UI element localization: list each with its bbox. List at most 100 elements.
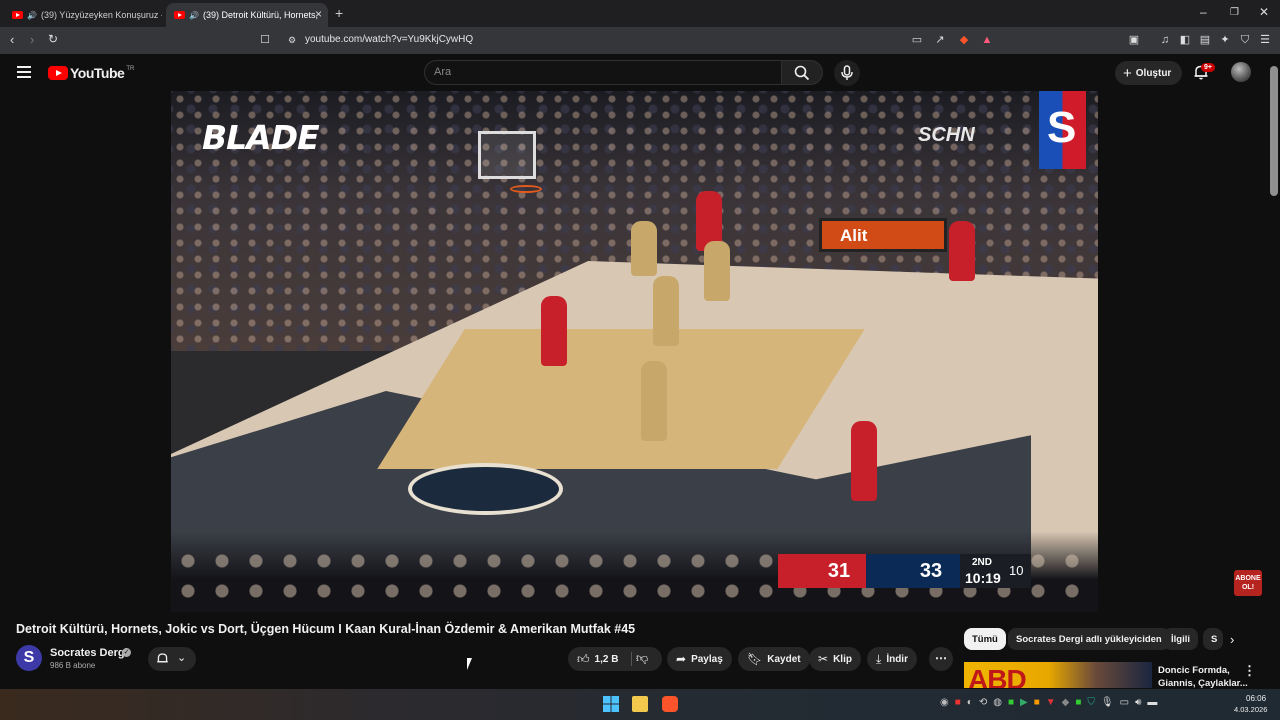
minimize-icon[interactable]: – xyxy=(1200,5,1207,19)
youtube-favicon-icon xyxy=(174,11,185,19)
tray-app-icon[interactable]: ■ xyxy=(1075,697,1081,708)
thumbs-up-icon: 👍︎ xyxy=(577,651,590,666)
tray-app-icon[interactable]: ■ xyxy=(1034,697,1040,708)
tab-label: (39) Yüzyüzeyken Konuşuruz - Az xyxy=(40,10,162,20)
guide-menu-icon[interactable] xyxy=(17,66,31,78)
tray-app-icon[interactable]: ◍ xyxy=(993,697,1002,708)
blade-watermark: BLADE xyxy=(202,118,320,157)
like-count: 1,2 B xyxy=(594,653,619,665)
chip-all[interactable]: Tümü xyxy=(964,628,1006,650)
taskbar-date[interactable]: 4.03.2026 xyxy=(1234,705,1267,714)
download-icon: ⤓ xyxy=(876,651,882,666)
tray-app-icon[interactable]: ⟲ xyxy=(979,697,987,708)
subscription-notifications-button[interactable]: ⌄ xyxy=(148,647,196,671)
reload-icon[interactable]: ↻ xyxy=(48,32,58,46)
share-label: Paylaş xyxy=(691,653,723,665)
channel-avatar[interactable]: S xyxy=(16,645,42,671)
brave-rewards-icon[interactable]: ▲ xyxy=(980,33,994,47)
youtube-logo[interactable]: YouTube TR xyxy=(48,65,134,81)
voice-search-button[interactable] xyxy=(834,60,860,86)
more-actions-icon[interactable]: ⋯ xyxy=(929,647,953,671)
player xyxy=(631,221,657,276)
bookmark-icon[interactable]: ☐ xyxy=(258,33,272,47)
speaker-icon: 🔊 xyxy=(189,10,199,20)
tray-app-icon[interactable]: ▼ xyxy=(1046,697,1056,708)
search-input[interactable] xyxy=(424,60,782,85)
home-score: 31 xyxy=(812,554,866,588)
recommendation-menu-icon[interactable]: ⋮ xyxy=(1243,663,1256,679)
search-placeholder: Ara xyxy=(434,66,452,78)
search-button[interactable] xyxy=(781,60,823,85)
cast-icon[interactable]: ▭ xyxy=(910,33,924,47)
tray-app-icon[interactable]: ◐ xyxy=(967,697,973,708)
verified-badge-icon: ✓ xyxy=(122,648,131,657)
region-code: TR xyxy=(126,66,135,72)
browser-tab-inactive[interactable]: 🔊 (39) Yüzyüzeyken Konuşuruz - Az xyxy=(4,3,162,27)
chip-related[interactable]: İlgili xyxy=(1163,628,1198,650)
browser-menu-icon[interactable]: ☰ xyxy=(1258,33,1272,47)
site-settings-icon[interactable]: ⚙ xyxy=(285,33,299,47)
forward-icon[interactable]: › xyxy=(30,32,34,47)
chip-partial[interactable]: S xyxy=(1203,628,1223,650)
video-player[interactable]: Alit BLADE SCHN S xyxy=(171,91,1098,612)
taskbar-time[interactable]: 06:06 xyxy=(1246,694,1266,703)
chevron-right-icon[interactable]: › xyxy=(1230,632,1234,647)
player xyxy=(653,276,679,346)
player xyxy=(704,241,730,301)
volume-icon[interactable]: 🔊︎ xyxy=(1135,697,1141,708)
url-text[interactable]: youtube.com/watch?v=Yu9KkjCywHQ xyxy=(305,34,473,45)
sidebar-toggle-icon[interactable]: ▣ xyxy=(1127,33,1141,47)
tab-close-icon[interactable]: × xyxy=(315,7,322,21)
back-icon[interactable]: ‹ xyxy=(10,32,14,47)
clip-label: Klip xyxy=(833,653,852,665)
recommended-video-title[interactable]: Doncic Formda, Giannis, Çaylaklar... xyxy=(1158,664,1248,690)
clip-button[interactable]: ✂ Klip xyxy=(809,647,861,671)
tray-app-icon[interactable]: ■ xyxy=(955,697,961,708)
tray-app-icon[interactable]: ▶ xyxy=(1020,697,1028,708)
courtside-ad-board: Alit xyxy=(819,218,947,252)
reading-list-icon[interactable]: ◧ xyxy=(1178,33,1192,47)
chip-from-uploader[interactable]: Socrates Dergi adlı yükleyiciden xyxy=(1008,628,1170,650)
shot-clock: 10 xyxy=(1009,563,1024,578)
player xyxy=(851,421,877,501)
leo-ai-icon[interactable]: ✦ xyxy=(1218,33,1232,47)
restore-icon[interactable]: ❐ xyxy=(1230,7,1239,18)
share-button[interactable]: ➦ Paylaş xyxy=(667,647,732,671)
brave-browser-icon[interactable] xyxy=(662,696,678,712)
dislike-icon[interactable]: 👎︎ xyxy=(636,651,648,666)
center-court-logo xyxy=(408,463,563,515)
scissors-icon: ✂ xyxy=(818,652,829,666)
subscriber-count: 986 B abone xyxy=(50,661,96,670)
windows-start-icon[interactable] xyxy=(603,696,619,712)
window-close-icon[interactable]: ✕ xyxy=(1259,5,1269,19)
shield-icon[interactable]: ⛉ xyxy=(1087,697,1095,708)
new-tab-button[interactable]: + xyxy=(335,5,343,21)
share-page-icon[interactable]: ↗ xyxy=(933,33,947,47)
browser-tab-active[interactable]: 🔊 (39) Detroit Kültürü, Hornets, × xyxy=(166,3,328,27)
page-scrollbar[interactable] xyxy=(1270,66,1278,196)
rockets-logo-icon xyxy=(778,554,812,588)
channel-name[interactable]: Socrates Dergi xyxy=(50,647,128,659)
vpn-icon[interactable]: ⛉ xyxy=(1238,33,1252,47)
media-icon[interactable]: ♫ xyxy=(1158,33,1172,47)
away-score: 33 xyxy=(902,554,960,588)
wallet-icon[interactable]: ▤ xyxy=(1198,33,1212,47)
thumbnail-text: ABD xyxy=(968,664,1027,688)
microphone-icon[interactable]: 🎙︎ xyxy=(1101,697,1114,708)
notification-count-badge: 9+ xyxy=(1201,63,1215,72)
download-button[interactable]: ⤓ İndir xyxy=(867,647,917,671)
tray-app-icon[interactable]: ◉ xyxy=(940,697,949,708)
create-label: Oluştur xyxy=(1135,67,1172,79)
brave-shields-icon[interactable]: ◆ xyxy=(957,33,971,47)
game-period: 2ND xyxy=(972,557,993,568)
tray-app-icon[interactable]: ■ xyxy=(1008,697,1014,708)
recommended-video-thumbnail[interactable]: ABD xyxy=(964,662,1152,688)
battery-icon[interactable]: ▬ xyxy=(1147,697,1157,708)
file-explorer-icon[interactable] xyxy=(632,696,648,712)
account-avatar[interactable] xyxy=(1231,62,1251,82)
save-button[interactable]: 🔖︎ Kaydet xyxy=(738,647,810,671)
network-icon[interactable]: ▭ xyxy=(1120,697,1129,708)
tray-app-icon[interactable]: ◆ xyxy=(1062,697,1070,708)
microphone-icon xyxy=(841,65,853,80)
create-button[interactable]: + Oluştur xyxy=(1115,61,1182,85)
